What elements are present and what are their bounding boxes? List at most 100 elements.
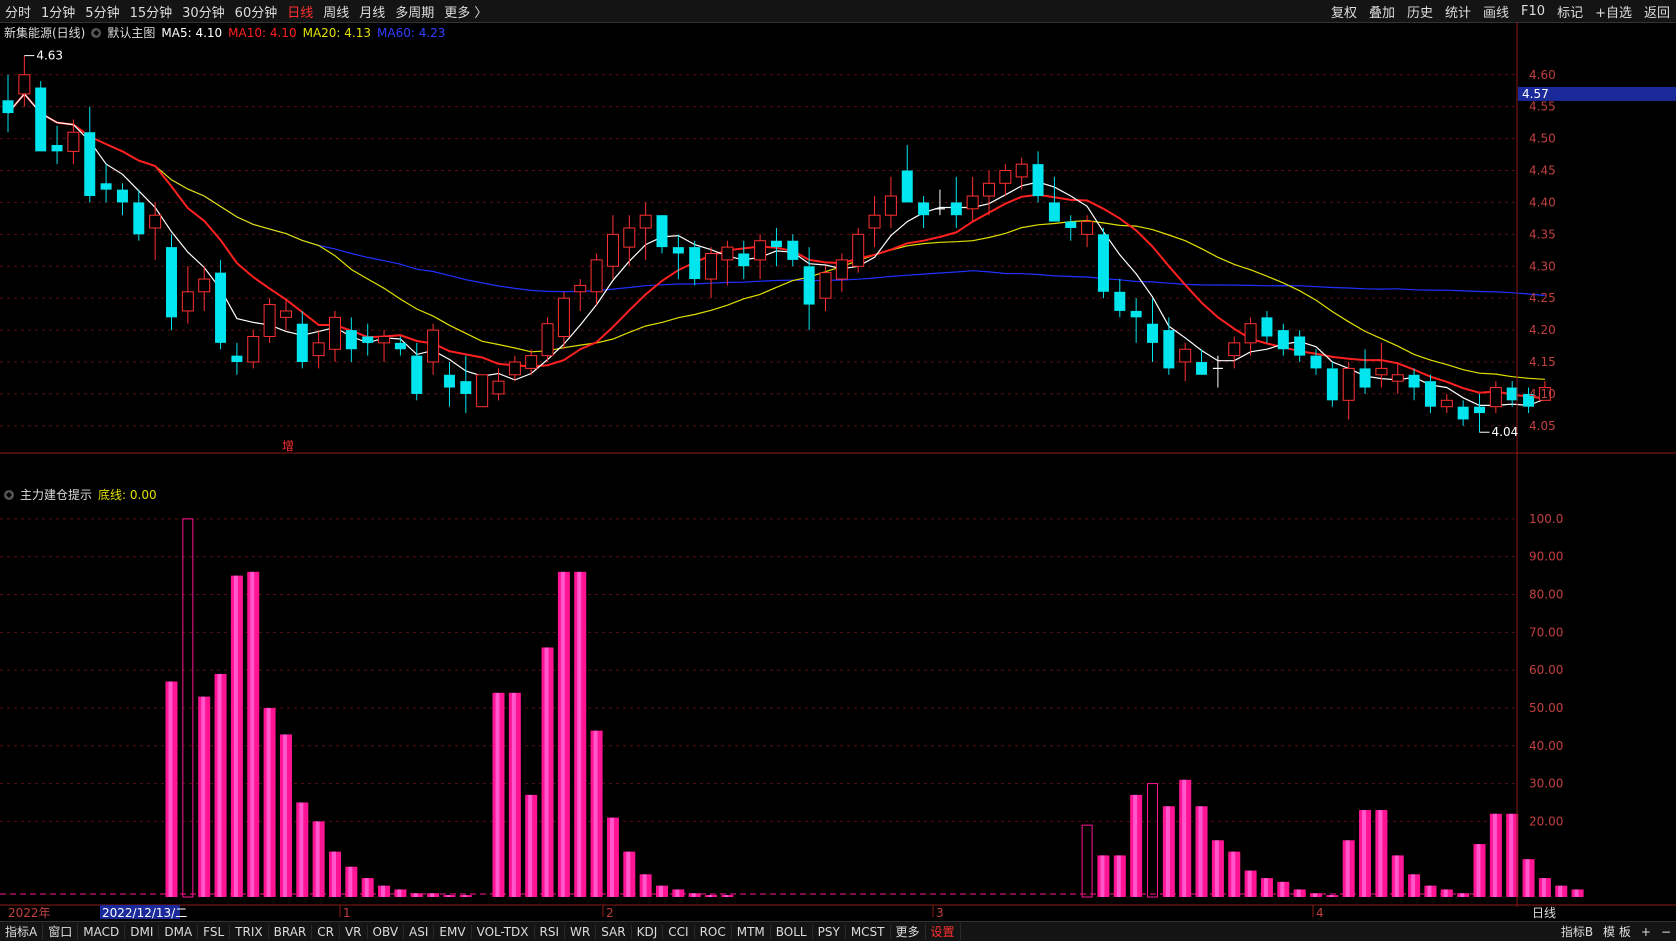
indicator-tab-25[interactable]: 设置 — [926, 923, 961, 940]
indicator-bar-highlight — [1443, 889, 1448, 897]
candle-body — [1408, 374, 1420, 388]
indicator-tab-11[interactable]: ASI — [404, 924, 435, 939]
indicator-tab-22[interactable]: PSY — [813, 924, 846, 939]
candle-body — [427, 329, 440, 363]
indicator-tab-13[interactable]: VOL-TDX — [472, 924, 535, 939]
candle-body — [296, 323, 308, 363]
indicator-tab-16[interactable]: SAR — [596, 924, 632, 939]
indicator-tab-1[interactable]: 窗口 — [43, 923, 79, 940]
toolbar-right-item-3[interactable]: 统计 — [1439, 2, 1477, 21]
price-tick-label: 4.15 — [1529, 355, 1556, 369]
candle-body — [1474, 406, 1485, 414]
indicator-bar-highlight — [1411, 874, 1416, 897]
indicator-tab-5[interactable]: FSL — [198, 924, 231, 939]
toolbar-right-item-5[interactable]: F10 — [1515, 4, 1551, 19]
indicator-bar-highlight — [1182, 779, 1187, 897]
period-tab-5[interactable]: 60分钟 — [230, 2, 283, 21]
indicator-bar-highlight — [708, 895, 713, 897]
indicator-bar-highlight — [233, 575, 238, 897]
indicator-bar-highlight — [1280, 881, 1285, 897]
indicator-bar-highlight — [282, 734, 287, 897]
candle-body — [1097, 234, 1109, 292]
toolbar-right-item-8[interactable]: 返回 — [1638, 2, 1676, 21]
candle-body — [738, 253, 750, 267]
candle-body — [623, 227, 636, 248]
indicator-tab-14[interactable]: RSI — [535, 924, 566, 939]
candle-body — [263, 304, 276, 337]
toolbar-right-item-4[interactable]: 画线 — [1477, 2, 1515, 21]
indicator-tab-0[interactable]: 指标A — [0, 923, 44, 940]
candle-body — [166, 247, 177, 318]
indicator-bar-highlight — [609, 817, 614, 897]
period-tab-10[interactable]: 更多 〉 — [439, 2, 492, 21]
indicator-bar-highlight — [1362, 810, 1367, 897]
indicator-tab-23[interactable]: MCST — [846, 924, 891, 939]
indicator-tab-4[interactable]: DMA — [159, 924, 199, 939]
indicator-tabs-right-1[interactable]: 模 板 — [1598, 923, 1636, 940]
period-label: 日线 — [1532, 906, 1556, 920]
period-tab-0[interactable]: 分时 — [0, 2, 36, 21]
indicator-tabs-right-3[interactable]: − — [1656, 925, 1676, 939]
candle-body — [525, 355, 538, 369]
candle-body — [1179, 348, 1192, 363]
indicator-tab-8[interactable]: CR — [312, 924, 340, 939]
price-tick-label: 4.35 — [1529, 227, 1556, 241]
candle-body — [100, 183, 112, 190]
indicator-tab-15[interactable]: WR — [565, 924, 597, 939]
period-tab-9[interactable]: 多周期 — [390, 2, 439, 21]
period-tab-3[interactable]: 15分钟 — [125, 2, 178, 21]
indicator-tick-label: 60.00 — [1529, 663, 1563, 677]
chart-area[interactable]: 4.60 4.55 4.50 4.45 4.40 4.35 4.30 4.25 4.20 4.15… — [0, 22, 1676, 921]
period-tab-2[interactable]: 5分钟 — [80, 2, 124, 21]
indicator-tabs-right-0[interactable]: 指标B — [1556, 923, 1598, 940]
indicator-bar-highlight — [1116, 855, 1121, 897]
candle-body — [803, 266, 815, 305]
indicator-bar-highlight — [1313, 893, 1317, 897]
candle-body — [1196, 362, 1208, 375]
indicator-bar-highlight — [1476, 844, 1481, 897]
toolbar-right-item-2[interactable]: 历史 — [1401, 2, 1439, 21]
indicator-tab-19[interactable]: ROC — [695, 924, 732, 939]
candle-body — [181, 291, 194, 312]
period-tab-7[interactable]: 周线 — [318, 2, 354, 21]
candle-body — [541, 323, 554, 357]
indicator-tick-label: 100.0 — [1529, 512, 1563, 526]
indicator-tab-10[interactable]: OBV — [368, 924, 405, 939]
indicator-tab-7[interactable]: BRAR — [269, 924, 313, 939]
indicator-bar-highlight — [691, 893, 696, 897]
indicator-tab-3[interactable]: DMI — [125, 924, 160, 939]
indicator-bar-highlight — [1214, 840, 1219, 897]
candle-body — [983, 182, 995, 197]
candle-body — [411, 355, 423, 394]
price-tick-label: 4.20 — [1529, 323, 1556, 337]
period-tab-1[interactable]: 1分钟 — [36, 2, 80, 21]
indicator-tab-12[interactable]: EMV — [434, 924, 472, 939]
indicator-tab-18[interactable]: CCI — [663, 924, 695, 939]
indicator-tabs-right-2[interactable]: + — [1636, 925, 1656, 939]
toolbar-right-item-6[interactable]: 标记 — [1551, 2, 1589, 21]
candle-body — [1424, 381, 1436, 407]
candle-body — [1032, 164, 1044, 197]
indicator-bar-highlight — [577, 571, 582, 897]
indicator-tab-17[interactable]: KDJ — [632, 924, 664, 939]
toolbar-right-item-0[interactable]: 复权 — [1325, 2, 1363, 21]
period-tab-4[interactable]: 30分钟 — [177, 2, 230, 21]
candle-body — [345, 330, 357, 350]
candle-body — [966, 195, 979, 210]
period-tab-6[interactable]: 日线 — [282, 2, 318, 21]
indicator-bar-highlight — [593, 730, 598, 897]
candle-body — [639, 214, 652, 229]
indicator-bar-highlight — [1329, 895, 1334, 897]
indicator-tab-6[interactable]: TRIX — [230, 924, 269, 939]
indicator-tab-9[interactable]: VR — [340, 924, 368, 939]
candle-body — [1277, 330, 1289, 350]
indicator-tab-20[interactable]: MTM — [732, 924, 771, 939]
toolbar-right-item-1[interactable]: 叠加 — [1363, 2, 1401, 21]
candle-body — [590, 259, 603, 293]
indicator-bar-highlight — [1100, 855, 1105, 897]
toolbar-right-item-7[interactable]: +自选 — [1589, 2, 1638, 21]
indicator-tab-24[interactable]: 更多 — [891, 923, 926, 940]
indicator-tab-21[interactable]: BOLL — [771, 924, 813, 939]
indicator-tab-2[interactable]: MACD — [78, 924, 126, 939]
period-tab-8[interactable]: 月线 — [354, 2, 390, 21]
